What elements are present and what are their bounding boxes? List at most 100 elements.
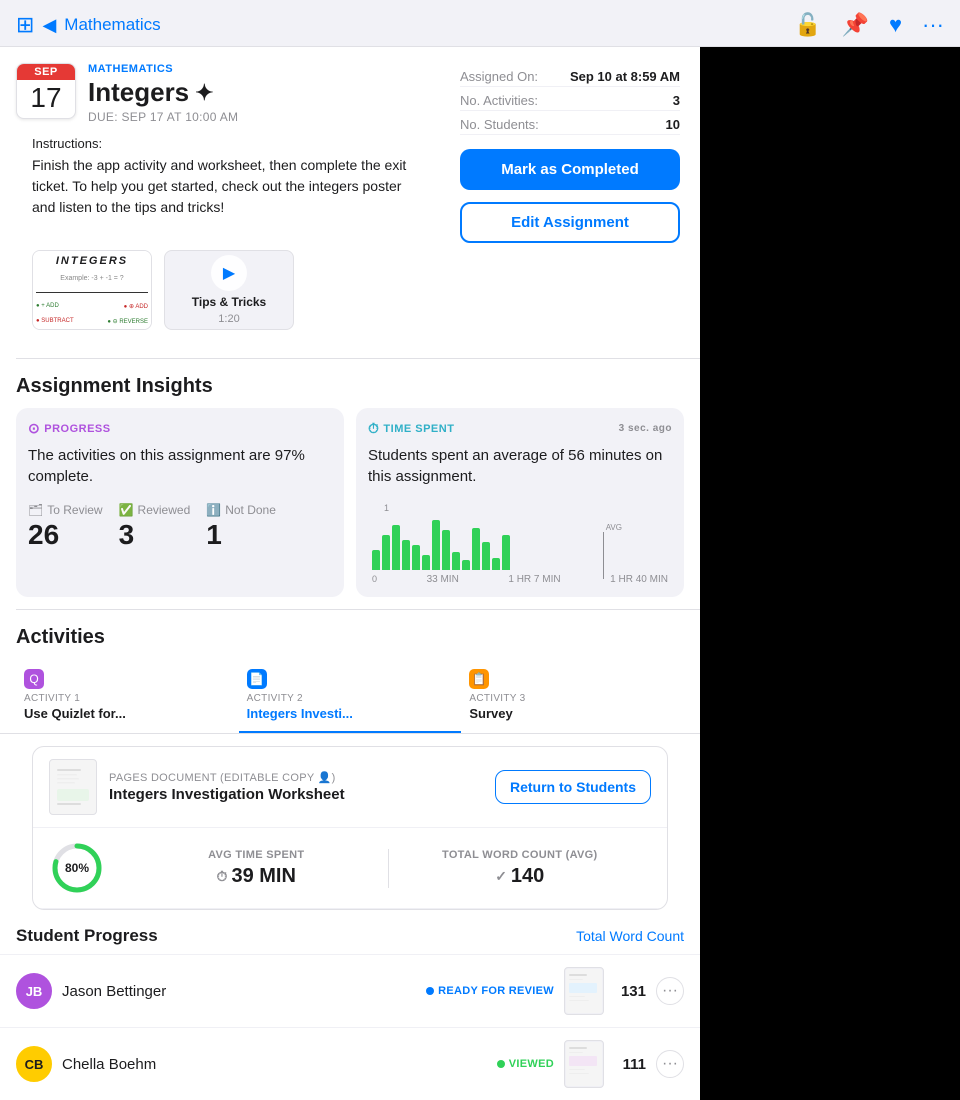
video-duration: 1:20 bbox=[218, 313, 239, 325]
stats-section: 80% AVG TIME SPENT ⏱ 39 MIN TOTAL WORD C… bbox=[33, 828, 667, 909]
bar-11 bbox=[472, 528, 480, 570]
student-2-avatar: CB bbox=[16, 1046, 52, 1082]
activity-2-name: Integers Investi... bbox=[247, 706, 454, 721]
status-dot-1 bbox=[426, 987, 434, 995]
clock-icon: ⏱ bbox=[368, 420, 379, 437]
doc-name: Integers Investigation Worksheet bbox=[109, 786, 483, 803]
assigned-on-value: Sep 10 at 8:59 AM bbox=[570, 69, 680, 84]
tips-video[interactable]: ▶ Tips & Tricks 1:20 bbox=[164, 250, 294, 330]
doc-header: PAGES DOCUMENT (EDITABLE COPY 👤) Integer… bbox=[33, 747, 667, 828]
activity-tab-2[interactable]: 📄 ACTIVITY 2 Integers Investi... bbox=[239, 659, 462, 733]
student-1-more-button[interactable]: ··· bbox=[656, 977, 684, 1005]
integers-poster[interactable]: INTEGERS Example: -3 + -1 = ? ● + ADD ● … bbox=[32, 250, 152, 330]
instructions-text: Finish the app activity and worksheet, t… bbox=[32, 155, 428, 218]
chart-x-labels: 0 33 MIN 1 HR 7 MIN 1 HR 40 MIN bbox=[368, 570, 672, 585]
reviewed-stat: ✅ Reviewed 3 bbox=[119, 503, 191, 551]
poster-ops: ● + ADD ● ⊕ ADD bbox=[36, 303, 148, 310]
student-row-2: CB Chella Boehm VIEWED 111 bbox=[0, 1027, 700, 1100]
y-label-1: 1 bbox=[384, 503, 389, 513]
student-1-thumb[interactable] bbox=[564, 967, 604, 1015]
heart-icon[interactable]: ♥ bbox=[889, 12, 902, 38]
reviewed-value: 3 bbox=[119, 519, 191, 551]
bar-chart: AVG bbox=[368, 515, 672, 570]
bar-9 bbox=[452, 552, 460, 570]
doc-thumbnail bbox=[49, 759, 97, 815]
calendar-day: 17 bbox=[17, 80, 75, 118]
student-list: JB Jason Bettinger READY FOR REVIEW bbox=[0, 954, 700, 1100]
time-spent-text: Students spent an average of 56 minutes … bbox=[368, 445, 672, 487]
insights-grid: ⊙ PROGRESS The activities on this assign… bbox=[0, 408, 700, 609]
header-info: MATHEMATICS Integers ✦ DUE: SEP 17 AT 10… bbox=[88, 63, 444, 124]
student-row-1: JB Jason Bettinger READY FOR REVIEW bbox=[0, 954, 700, 1027]
students-label: No. Students: bbox=[460, 117, 539, 132]
activity-1-number: ACTIVITY 1 bbox=[24, 693, 231, 704]
activity-2-number: ACTIVITY 2 bbox=[247, 693, 454, 704]
not-done-value: 1 bbox=[206, 519, 276, 551]
x-label-33: 33 MIN bbox=[427, 574, 459, 585]
more-icon[interactable]: ··· bbox=[922, 12, 944, 38]
avg-time-label: AVG TIME SPENT bbox=[125, 849, 388, 861]
bar-13 bbox=[492, 558, 500, 570]
reviewed-icon: ✅ bbox=[119, 503, 134, 517]
sparkle-icon: ✦ bbox=[195, 80, 213, 106]
progress-card: ⊙ PROGRESS The activities on this assign… bbox=[16, 408, 344, 597]
left-panel: SEP 17 MATHEMATICS Integers ✦ DUE: SEP 1… bbox=[0, 47, 700, 1100]
not-done-stat: ℹ️ Not Done 1 bbox=[206, 503, 276, 551]
activity-tab-3[interactable]: 📋 ACTIVITY 3 Survey bbox=[461, 659, 684, 733]
student-2-count: 111 bbox=[614, 1056, 646, 1073]
student-1-status: READY FOR REVIEW bbox=[426, 985, 554, 997]
avg-line bbox=[603, 532, 604, 579]
to-review-label: To Review bbox=[47, 503, 102, 517]
lock-icon[interactable]: 🔓 bbox=[794, 12, 821, 38]
word-count-value: ✓ 140 bbox=[389, 865, 652, 888]
pin-icon[interactable]: 📌 bbox=[842, 12, 869, 38]
mark-completed-button[interactable]: Mark as Completed bbox=[460, 149, 680, 190]
time-ago: 3 sec. ago bbox=[619, 423, 672, 434]
bar-4 bbox=[402, 540, 410, 570]
instructions-label: Instructions: bbox=[32, 136, 428, 151]
not-done-icon: ℹ️ bbox=[206, 503, 221, 517]
nav-left: ⊞ ◀ Mathematics bbox=[16, 12, 161, 38]
title-text: Integers bbox=[88, 77, 189, 108]
stats-row: 🗂 To Review 26 ✅ Reviewed 3 bbox=[28, 503, 332, 551]
word-count-label: TOTAL WORD COUNT (AVG) bbox=[389, 849, 652, 861]
doc-section: PAGES DOCUMENT (EDITABLE COPY 👤) Integer… bbox=[32, 746, 668, 910]
back-chevron-icon: ◀ bbox=[42, 15, 56, 36]
avg-label: AVG bbox=[603, 523, 622, 532]
total-word-count-link[interactable]: Total Word Count bbox=[576, 928, 684, 944]
student-2-thumb[interactable] bbox=[564, 1040, 604, 1088]
bar-1 bbox=[372, 550, 380, 570]
student-2-status: VIEWED bbox=[497, 1058, 554, 1070]
student-progress-header: Student Progress Total Word Count bbox=[0, 910, 700, 954]
students-value: 10 bbox=[666, 117, 680, 132]
edit-assignment-button[interactable]: Edit Assignment bbox=[460, 202, 680, 243]
nav-icons: 🔓 📌 ♥ ··· bbox=[794, 12, 944, 38]
progress-circle: 80% bbox=[49, 840, 105, 896]
calendar-month: SEP bbox=[17, 64, 75, 80]
calendar-icon: SEP 17 bbox=[16, 63, 76, 119]
progress-icon: ⊙ bbox=[28, 420, 40, 437]
play-button[interactable]: ▶ bbox=[211, 255, 247, 291]
avg-time-value: ⏱ 39 MIN bbox=[125, 865, 388, 888]
video-title: Tips & Tricks bbox=[192, 295, 266, 309]
student-progress-title: Student Progress bbox=[16, 926, 158, 946]
check-sm-icon: ✓ bbox=[495, 868, 507, 885]
student-2-more-button[interactable]: ··· bbox=[656, 1050, 684, 1078]
bar-6 bbox=[422, 555, 430, 570]
return-to-students-button[interactable]: Return to Students bbox=[495, 770, 651, 804]
poster-title: INTEGERS bbox=[56, 255, 128, 267]
attachments-row: INTEGERS Example: -3 + -1 = ? ● + ADD ● … bbox=[16, 242, 444, 346]
sidebar-toggle-button[interactable]: ⊞ bbox=[16, 12, 34, 38]
student-1-name: Jason Bettinger bbox=[62, 983, 416, 1000]
assigned-on-label: Assigned On: bbox=[460, 69, 538, 84]
time-spent-label: TIME SPENT bbox=[383, 423, 454, 435]
header-right: Assigned On: Sep 10 at 8:59 AM No. Activ… bbox=[460, 63, 680, 243]
avg-indicator: AVG bbox=[603, 523, 622, 579]
progress-pct: 80% bbox=[65, 861, 89, 875]
insights-title: Assignment Insights bbox=[0, 359, 700, 408]
activity-tab-1[interactable]: Q ACTIVITY 1 Use Quizlet for... bbox=[16, 659, 239, 733]
time-spent-card: ⏱ TIME SPENT 3 sec. ago Students spent a… bbox=[356, 408, 684, 597]
nav-back-title[interactable]: Mathematics bbox=[64, 15, 160, 35]
bar-7 bbox=[432, 520, 440, 570]
activity-3-name: Survey bbox=[469, 706, 676, 721]
